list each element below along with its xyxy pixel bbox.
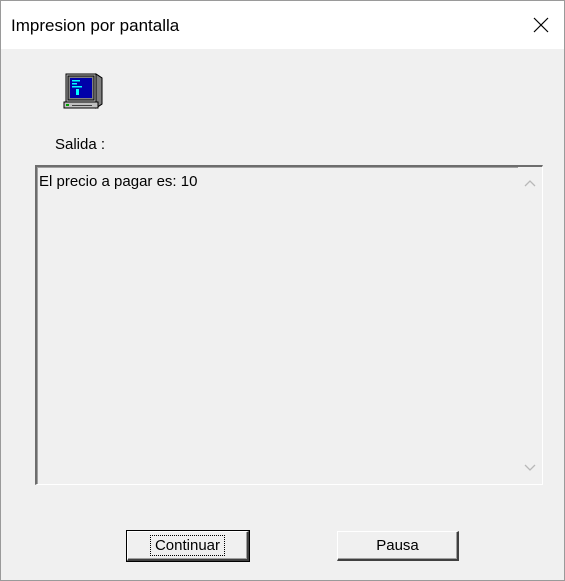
dialog-window: Impresion por pantalla Salida : El preci… <box>0 0 565 581</box>
scroll-up-button[interactable] <box>518 171 542 195</box>
window-title: Impresion por pantalla <box>11 16 180 35</box>
chevron-down-icon <box>524 464 536 471</box>
pause-button-label: Pausa <box>376 537 419 554</box>
output-text: El precio a pagar es: 10 <box>39 173 198 190</box>
computer-icon <box>63 73 103 109</box>
close-icon <box>533 17 549 33</box>
pause-button[interactable]: Pausa <box>337 531 459 561</box>
continue-button-label: Continuar <box>149 535 226 556</box>
title-bar: Impresion por pantalla <box>1 1 564 49</box>
vertical-scrollbar[interactable] <box>518 167 542 484</box>
chevron-up-icon <box>524 180 536 187</box>
scroll-down-button[interactable] <box>518 456 542 480</box>
close-button[interactable] <box>518 1 564 49</box>
output-textarea[interactable]: El precio a pagar es: 10 <box>35 165 543 485</box>
continue-button[interactable]: Continuar <box>126 530 250 562</box>
output-label: Salida : <box>55 136 106 153</box>
